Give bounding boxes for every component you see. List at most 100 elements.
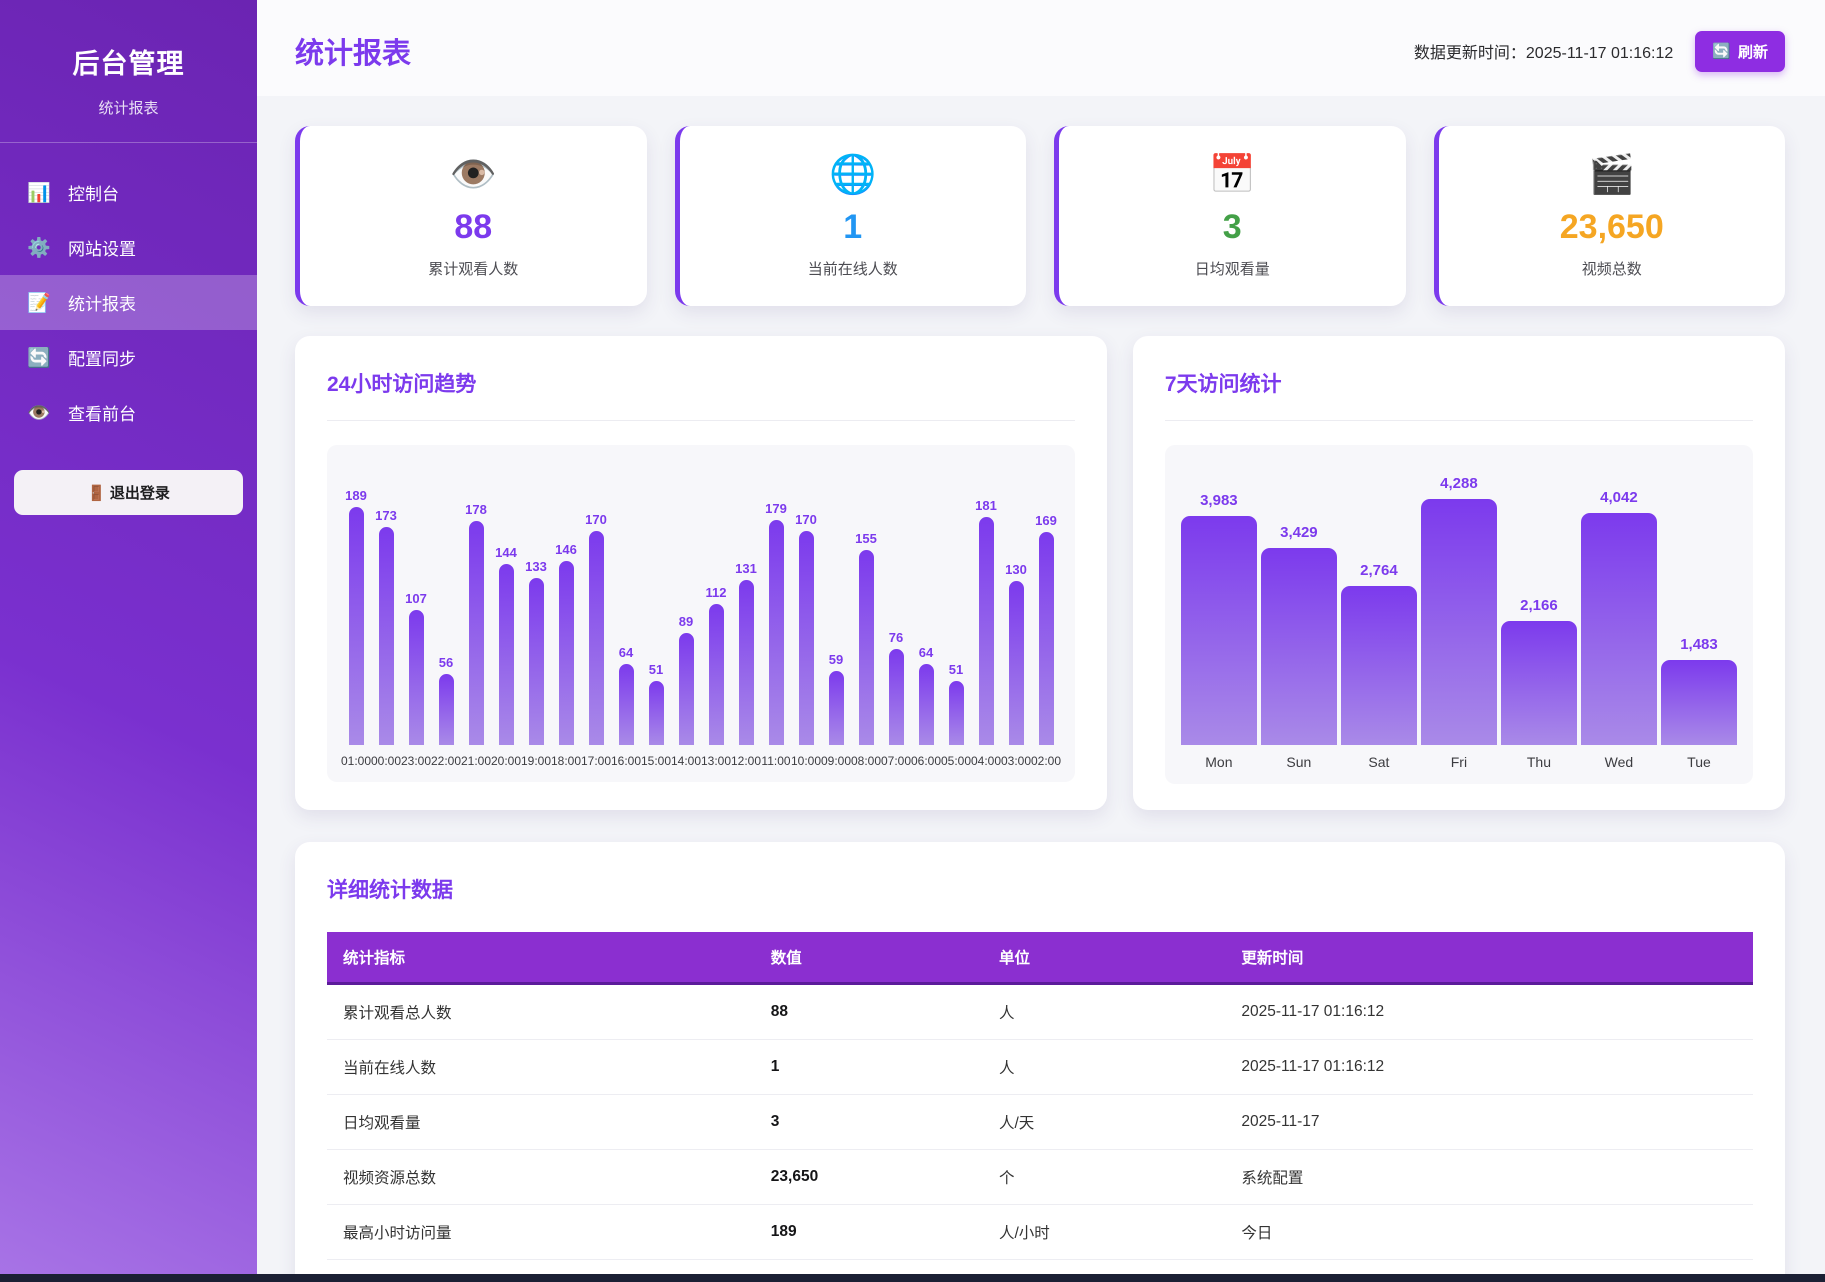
update-time-label: 数据更新时间： (1414, 45, 1526, 62)
metric-cell: 日均观看量 (327, 1095, 755, 1150)
bar (469, 521, 484, 745)
sidebar-item-view-front[interactable]: 👁️查看前台 (0, 385, 257, 440)
x-tick-label: 16:00 (611, 754, 641, 768)
x-tick-label: 14:00 (671, 754, 701, 768)
sidebar-item-config-sync[interactable]: 🔄配置同步 (0, 330, 257, 385)
bar (1181, 516, 1257, 745)
metric-cell: 当前在线人数 (327, 1040, 755, 1095)
bar-value-label: 112 (706, 585, 727, 600)
bar (1009, 581, 1024, 745)
bar-value-label: 76 (889, 630, 903, 645)
bar (679, 633, 694, 745)
refresh-button[interactable]: 🔄 刷新 (1695, 31, 1785, 72)
bottom-strip (0, 1274, 1825, 1282)
x-tick-label: 08:00 (851, 754, 881, 768)
sidebar-item-label: 配置同步 (68, 345, 136, 370)
x-tick-label: 10:00 (791, 754, 821, 768)
bar-value-label: 107 (405, 591, 427, 606)
bar (649, 681, 664, 745)
bar-value-label: 2,166 (1520, 597, 1558, 614)
sidebar-item-reports[interactable]: 📝统计报表 (0, 275, 257, 330)
bar-group: 51 (941, 662, 971, 745)
bar-group: 144 (491, 545, 521, 745)
bar-group: 107 (401, 591, 431, 745)
bar (349, 507, 364, 745)
bar-value-label: 3,983 (1200, 492, 1238, 509)
bar-group: 133 (521, 559, 551, 745)
page-title: 统计报表 (295, 30, 411, 72)
bar (1661, 660, 1737, 745)
x-tick-label: Fri (1419, 754, 1499, 770)
table-row: 累计观看总人数88人2025-11-17 01:16:12 (327, 984, 1753, 1040)
bars-7d: 3,9833,4292,7644,2882,1664,0421,483 (1179, 469, 1739, 745)
bar-group: 146 (551, 542, 581, 745)
bar (739, 580, 754, 745)
x-tick-label: 18:00 (551, 754, 581, 768)
column-header-updated: 更新时间 (1225, 932, 1753, 984)
bar (829, 671, 844, 745)
stat-label: 视频总数 (1439, 258, 1786, 279)
sidebar: 后台管理 统计报表 📊控制台⚙️网站设置📝统计报表🔄配置同步👁️查看前台 🚪 退… (0, 0, 257, 1282)
sidebar-menu: 📊控制台⚙️网站设置📝统计报表🔄配置同步👁️查看前台 (0, 165, 257, 440)
unit-cell: 人 (983, 984, 1225, 1040)
x-tick-label: 00:00 (371, 754, 401, 768)
x-tick-label: Sun (1259, 754, 1339, 770)
divider (1165, 420, 1753, 421)
bar (439, 674, 454, 745)
chart-card-7d: 7天访问统计 3,9833,4292,7644,2882,1664,0421,4… (1133, 336, 1785, 810)
x-axis-labels-7d: MonSunSatFriThuWedTue (1179, 754, 1739, 770)
detail-table-card: 详细统计数据 统计指标 数值 单位 更新时间 累计观看总人数88人2025-11… (295, 842, 1785, 1282)
door-icon: 🚪 (87, 485, 106, 502)
bar-value-label: 51 (649, 662, 663, 677)
app-subtitle: 统计报表 (0, 97, 257, 118)
x-tick-label: 06:00 (911, 754, 941, 768)
globe-icon: 🌐 (680, 156, 1027, 194)
updated-cell: 2025-11-17 01:16:12 (1225, 1040, 1753, 1095)
stat-value: 23,650 (1439, 208, 1786, 247)
unit-cell: 人/小时 (983, 1205, 1225, 1260)
bar-value-label: 64 (619, 645, 633, 660)
value-cell: 3 (755, 1095, 983, 1150)
metric-cell: 视频资源总数 (327, 1150, 755, 1205)
stats-table: 统计指标 数值 单位 更新时间 累计观看总人数88人2025-11-17 01:… (327, 932, 1753, 1282)
sidebar-item-settings[interactable]: ⚙️网站设置 (0, 220, 257, 275)
table-row: 当前在线人数1人2025-11-17 01:16:12 (327, 1040, 1753, 1095)
app-title: 后台管理 (0, 42, 257, 81)
header-right: 数据更新时间：2025-11-17 01:16:12 🔄 刷新 (1414, 31, 1785, 72)
table-title: 详细统计数据 (327, 874, 1753, 904)
bar-value-label: 2,764 (1360, 562, 1398, 579)
sidebar-item-dashboard[interactable]: 📊控制台 (0, 165, 257, 220)
bar-value-label: 181 (975, 498, 997, 513)
table-row: 视频资源总数23,650个系统配置 (327, 1150, 1753, 1205)
bar-value-label: 144 (495, 545, 517, 560)
bar-value-label: 56 (439, 655, 453, 670)
updated-cell: 系统配置 (1225, 1150, 1753, 1205)
bar-group: 178 (461, 502, 491, 745)
bar (1341, 586, 1417, 745)
bar-value-label: 169 (1035, 513, 1057, 528)
x-tick-label: Mon (1179, 754, 1259, 770)
bar (1261, 548, 1337, 745)
x-tick-label: 03:00 (1001, 754, 1031, 768)
update-time-value: 2025-11-17 01:16:12 (1526, 45, 1673, 62)
bar (589, 531, 604, 745)
bar-value-label: 146 (555, 542, 577, 557)
x-tick-label: 01:00 (341, 754, 371, 768)
bar (409, 610, 424, 745)
bars-24h: 1891731075617814413314617064518911213117… (341, 469, 1061, 745)
bar-value-label: 170 (795, 512, 817, 527)
bar-group: 179 (761, 501, 791, 745)
bar-value-label: 51 (949, 662, 963, 677)
view-front-icon: 👁️ (27, 401, 51, 425)
logout-button[interactable]: 🚪 退出登录 (14, 470, 243, 515)
metric-cell: 最高小时访问量 (327, 1205, 755, 1260)
column-header-metric: 统计指标 (327, 932, 755, 984)
stat-card-total-videos: 🎬 23,650 视频总数 (1434, 126, 1786, 306)
bar (1581, 513, 1657, 745)
settings-icon: ⚙️ (27, 236, 51, 260)
bar-value-label: 133 (525, 559, 547, 574)
bar (799, 531, 814, 745)
bar-group: 181 (971, 498, 1001, 745)
bar (499, 564, 514, 745)
column-header-unit: 单位 (983, 932, 1225, 984)
